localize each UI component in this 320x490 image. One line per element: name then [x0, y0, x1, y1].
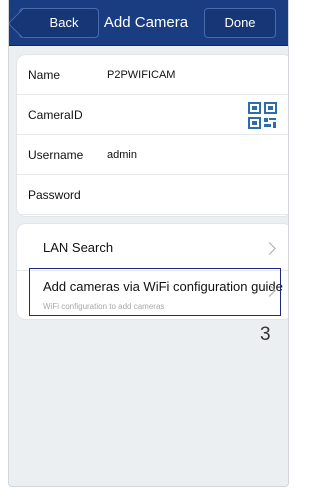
- camera-form-card: Name P2PWIFICAM CameraID Username admin …: [17, 55, 288, 216]
- name-row[interactable]: Name P2PWIFICAM: [17, 55, 288, 95]
- lan-search-row[interactable]: LAN Search: [17, 224, 288, 271]
- navigation-bar: Back Add Camera Done: [9, 0, 288, 46]
- name-field[interactable]: P2PWIFICAM: [107, 55, 175, 95]
- done-button[interactable]: Done: [204, 8, 276, 38]
- username-row[interactable]: Username admin: [17, 135, 288, 175]
- camera-actions-card: LAN Search Add cameras via WiFi configur…: [17, 224, 288, 319]
- password-row[interactable]: Password: [17, 175, 288, 215]
- lan-search-label: LAN Search: [43, 240, 114, 255]
- step-number-annotation: 3: [260, 324, 271, 345]
- username-label: Username: [28, 148, 84, 162]
- name-label: Name: [28, 68, 61, 82]
- wifi-guide-row[interactable]: Add cameras via WiFi configuration guide…: [17, 271, 288, 319]
- wifi-guide-label: Add cameras via WiFi configuration guide: [43, 279, 283, 294]
- wifi-guide-subtitle: WiFi configuration to add cameras: [43, 302, 165, 311]
- app-screen: Back Add Camera Done Name P2PWIFICAM Cam…: [8, 0, 289, 487]
- camera-id-label: CameraID: [28, 108, 83, 122]
- username-field[interactable]: admin: [107, 135, 137, 175]
- page-title: Add Camera: [103, 14, 189, 31]
- chevron-right-icon: [263, 242, 276, 255]
- password-label: Password: [28, 188, 81, 202]
- back-button[interactable]: Back: [19, 8, 99, 38]
- qr-code-icon[interactable]: [248, 102, 277, 129]
- back-button-label: Back: [49, 15, 79, 30]
